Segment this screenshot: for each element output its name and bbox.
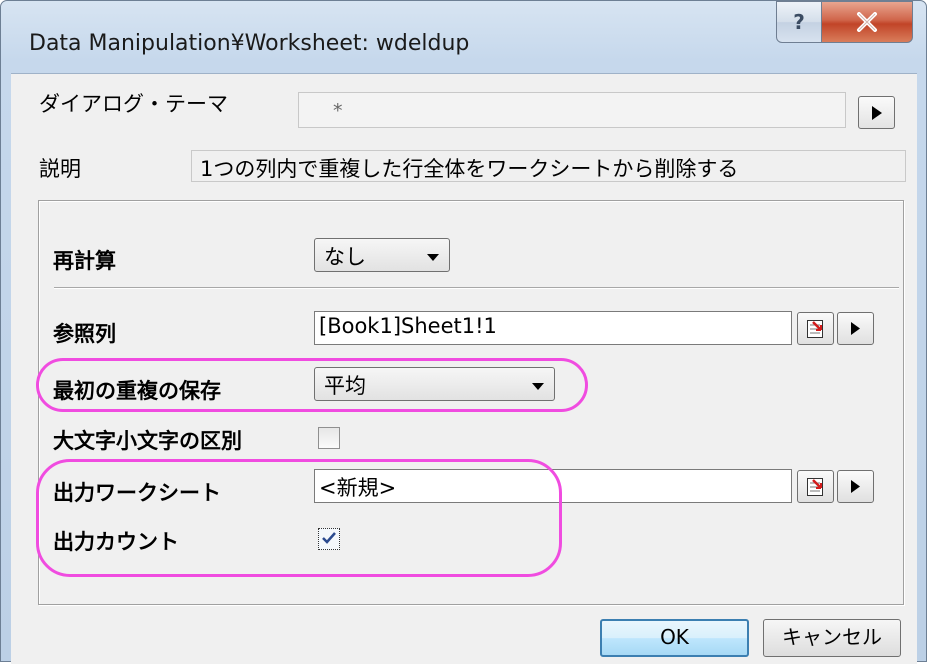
highlight-output-settings: [36, 459, 562, 577]
close-icon: [857, 12, 877, 32]
play-arrow-icon: [851, 480, 860, 493]
separator: [54, 287, 899, 289]
dialog-theme-field[interactable]: *: [298, 92, 846, 128]
reference-column-menu-button[interactable]: [837, 312, 874, 345]
window-title: Data Manipulation¥Worksheet: wdeldup: [29, 31, 470, 56]
ok-button[interactable]: OK: [600, 619, 749, 657]
dialog-theme-label: ダイアログ・テーマ: [39, 92, 228, 116]
theme-menu-button[interactable]: [858, 96, 895, 129]
output-worksheet-menu-button[interactable]: [837, 470, 874, 503]
highlight-keep-first: [36, 358, 588, 412]
title-bar[interactable]: Data Manipulation¥Worksheet: wdeldup ?: [1, 1, 926, 73]
select-range-icon: [806, 477, 823, 496]
select-range-button[interactable]: [797, 312, 834, 345]
recalculate-value: なし: [324, 245, 366, 269]
description-text: 1つの列内で重複した行全体をワークシートから削除する: [191, 150, 906, 182]
recalculate-label: 再計算: [53, 249, 116, 273]
dialog-window: Data Manipulation¥Worksheet: wdeldup ? ダ…: [0, 0, 927, 664]
case-sensitive-label: 大文字小文字の区別: [53, 429, 242, 453]
help-icon: ?: [793, 10, 805, 34]
recalculate-dropdown[interactable]: なし: [314, 238, 450, 272]
play-arrow-icon: [871, 105, 882, 120]
close-button[interactable]: [821, 1, 913, 43]
reference-column-input[interactable]: [Book1]Sheet1!1: [314, 311, 792, 345]
chevron-down-icon: [427, 254, 439, 261]
description-label: 説明: [39, 157, 81, 181]
select-output-button[interactable]: [797, 470, 834, 503]
select-range-icon: [806, 319, 823, 338]
play-arrow-icon: [851, 322, 860, 335]
help-button[interactable]: ?: [776, 1, 822, 43]
reference-column-label: 参照列: [53, 322, 116, 346]
case-sensitive-checkbox[interactable]: [318, 427, 340, 449]
dialog-client-area: ダイアログ・テーマ * 説明 1つの列内で重複した行全体をワークシートから削除す…: [11, 73, 917, 664]
cancel-button[interactable]: キャンセル: [763, 619, 901, 657]
